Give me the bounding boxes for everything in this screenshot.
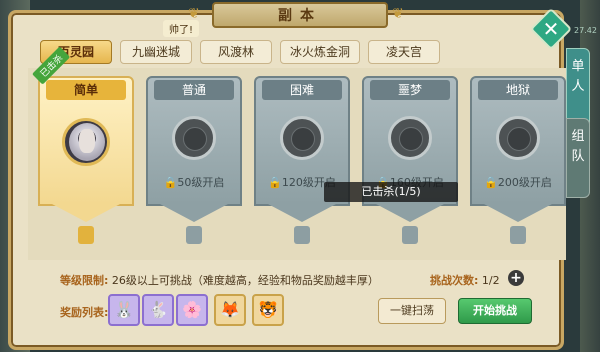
medal-inner: [507, 127, 531, 151]
tassel-icon: [402, 226, 418, 244]
difficulty-card-hell[interactable]: 地狱 🔒200级开启: [470, 76, 566, 244]
start-challenge-button[interactable]: 开始挑战: [458, 298, 532, 324]
unlock-level: 50级开启: [177, 176, 225, 189]
card-tail: [268, 204, 336, 222]
unlock-level: 200级开启: [497, 176, 552, 189]
portrait-face: [79, 129, 95, 153]
card-name: 简单: [46, 80, 126, 100]
card-name: 噩梦: [370, 80, 450, 100]
medal-inner: [183, 127, 207, 151]
tassel-icon: [186, 226, 202, 244]
reward-item[interactable]: 🌸: [176, 294, 208, 326]
card-name: 地狱: [478, 80, 558, 100]
reward-item[interactable]: 🦊: [214, 294, 246, 326]
tiger-pet-icon: 🐯: [258, 300, 278, 319]
card-tail: [160, 204, 228, 222]
unlock-text: 🔒50级开启: [146, 174, 242, 190]
tassel-icon: [510, 226, 526, 244]
speech-bubble: 帅了!: [163, 20, 200, 37]
difficulty-card-normal[interactable]: 普通 🔒50级开启: [146, 76, 242, 244]
challenge-count-label: 挑战次数:: [430, 274, 479, 287]
boss-medal: [172, 116, 216, 160]
medal-inner: [399, 127, 423, 151]
tab-team[interactable]: 组队: [566, 118, 590, 198]
reward-list-label: 奖励列表:: [60, 306, 109, 319]
tassel-icon: [294, 226, 310, 244]
reward-item[interactable]: 🐇: [142, 294, 174, 326]
window-title: 副本: [212, 2, 388, 28]
close-icon[interactable]: ✕: [536, 14, 566, 44]
boss-medal: [496, 116, 540, 160]
sweep-button[interactable]: 一键扫荡: [378, 298, 446, 324]
tab-binghuo[interactable]: 冰火炼金洞: [280, 40, 360, 64]
card-tail: [376, 204, 444, 222]
medal-inner: [291, 127, 315, 151]
title-ornament-right-icon: ❦: [392, 6, 404, 22]
flower-spirit-icon: 🌸: [182, 300, 202, 319]
card-tail: [52, 204, 120, 222]
card-name: 普通: [154, 80, 234, 100]
reward-item[interactable]: 🐯: [252, 294, 284, 326]
lock-icon: 🔒: [163, 176, 178, 189]
card-name: 困难: [262, 80, 342, 100]
level-limit-value: 26级以上可挑战（难度越高，经验和物品奖励越丰厚）: [111, 274, 379, 287]
reward-item[interactable]: 🐰: [108, 294, 140, 326]
card-tail: [484, 204, 552, 222]
boss-medal: [280, 116, 324, 160]
level-limit-label: 等级限制:: [60, 274, 109, 287]
tab-fengdulin[interactable]: 风渡林: [200, 40, 272, 64]
top-stat: 27.42: [574, 26, 597, 35]
add-challenge-button[interactable]: +: [508, 270, 524, 286]
challenge-count-value: 1/2: [481, 274, 500, 287]
purple-creature-icon: 🐰: [114, 300, 134, 319]
level-limit: 等级限制: 26级以上可挑战（难度越高，经验和物品奖励越丰厚）: [60, 272, 379, 288]
boss-portrait: [62, 118, 110, 166]
gold-creature-icon: 🐇: [148, 300, 168, 319]
difficulty-card-easy[interactable]: 简单 已击杀: [32, 46, 134, 244]
tab-lingtiangong[interactable]: 凌天宫: [368, 40, 440, 64]
tassel-icon: [78, 226, 94, 244]
tab-solo[interactable]: 单人: [566, 48, 590, 128]
tab-jiuyoumicheng[interactable]: 九幽迷城: [120, 40, 192, 64]
kill-progress-tooltip: 已击杀(1/5): [324, 182, 458, 202]
unlock-text: 🔒200级开启: [470, 174, 566, 190]
challenge-count: 挑战次数: 1/2: [430, 272, 500, 288]
boss-medal: [388, 116, 432, 160]
fox-pet-icon: 🦊: [220, 300, 240, 319]
lock-icon: 🔒: [268, 176, 282, 189]
lock-icon: 🔒: [484, 176, 498, 189]
